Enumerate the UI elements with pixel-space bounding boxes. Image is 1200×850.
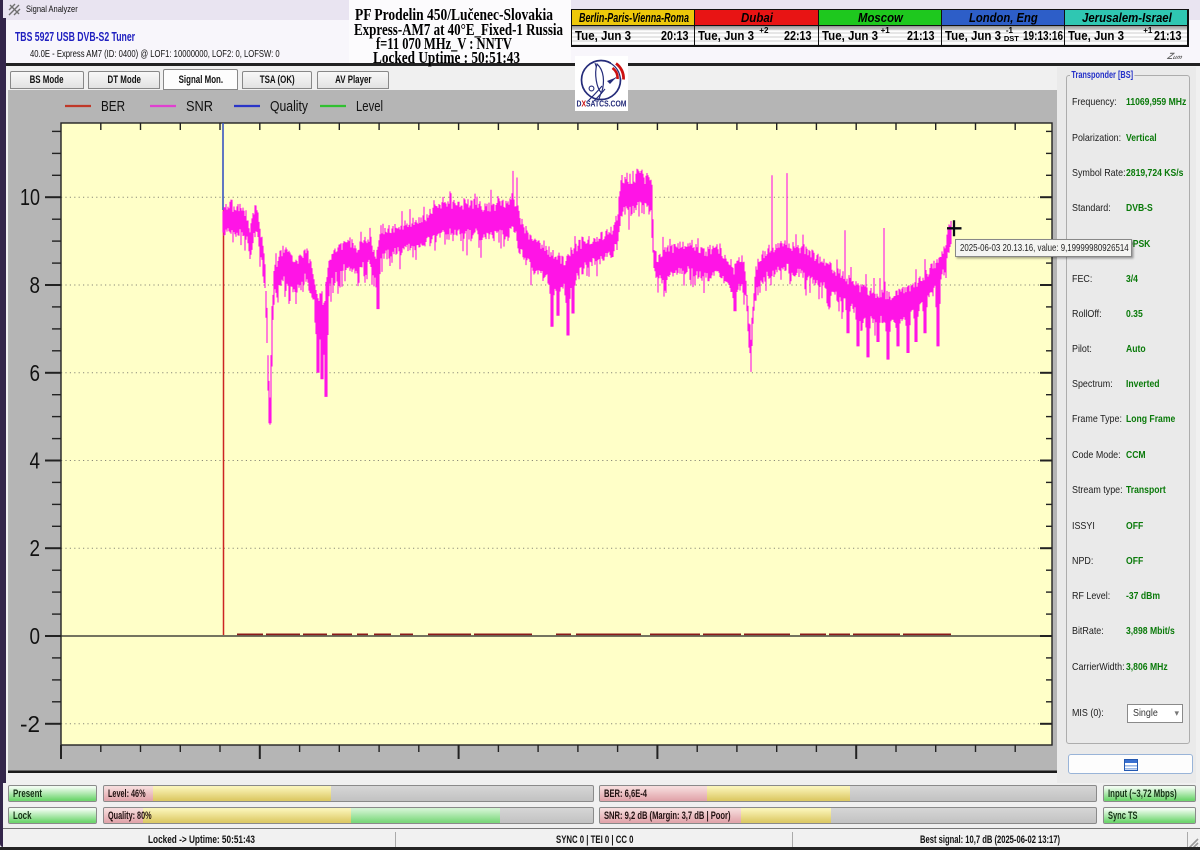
svg-text:10: 10 xyxy=(20,184,40,210)
svg-text:8: 8 xyxy=(30,272,41,298)
svg-text:DXSATCS.COM: DXSATCS.COM xyxy=(577,99,627,109)
svg-text:6: 6 xyxy=(30,360,41,386)
svg-text:Level: Level xyxy=(356,98,383,115)
svg-text:-2: -2 xyxy=(20,711,40,737)
svg-text:BER: BER xyxy=(101,98,125,115)
svg-text:SNR: SNR xyxy=(186,98,213,115)
svg-text:Quality: Quality xyxy=(270,98,308,115)
svg-text:2: 2 xyxy=(30,535,41,561)
svg-text:0: 0 xyxy=(30,623,41,649)
svg-text:4: 4 xyxy=(30,448,41,474)
